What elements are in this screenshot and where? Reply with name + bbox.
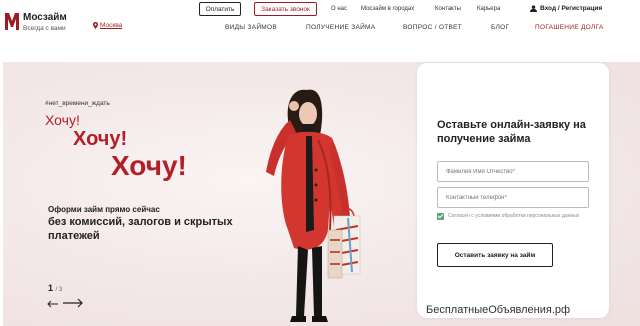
nav-blog[interactable]: БЛОГ <box>491 24 509 31</box>
logo-name[interactable]: Мосзайм <box>23 12 67 23</box>
hero-hashtag: #нет_времени_ждать <box>45 100 110 107</box>
arrow-right-icon[interactable] <box>63 298 83 308</box>
application-form-card: Оставьте онлайн-заявку на получение займ… <box>417 63 609 318</box>
hero-offer-body: без комиссий, залогов и скрытых платежей <box>48 216 233 242</box>
pay-button[interactable]: Оплатить <box>199 2 241 16</box>
toplink-career[interactable]: Карьера <box>477 6 500 12</box>
slide-counter: 1 / 3 <box>48 283 62 293</box>
hero-heading-3: Хочу! <box>111 150 187 181</box>
nav-faq[interactable]: ВОПРОС / ОТВЕТ <box>403 24 462 31</box>
consent-row: Согласен с условиями обработки персональ… <box>437 213 593 220</box>
slide-total: / 3 <box>55 287 63 293</box>
slide-current: 1 <box>48 283 54 293</box>
consent-label: Согласен с условиями обработки персональ… <box>448 213 580 219</box>
location-pin-icon <box>93 22 98 29</box>
login-link[interactable]: Вход / Регистрация <box>530 5 602 12</box>
submit-application-button[interactable]: Оставить заявку на займ <box>437 243 553 267</box>
city-name: Москва <box>100 22 123 29</box>
form-title: Оставьте онлайн-заявку на получение займ… <box>437 119 586 145</box>
nav-get-loan[interactable]: ПОЛУЧЕНИЕ ЗАЙМА <box>306 24 375 31</box>
callback-button[interactable]: Заказать звонок <box>254 2 317 16</box>
login-label: Вход / Регистрация <box>540 5 603 12</box>
toplink-contacts[interactable]: Контакты <box>435 6 461 12</box>
city-selector[interactable]: Москва <box>93 22 122 29</box>
nav-loan-types[interactable]: ВИДЫ ЗАЙМОВ <box>225 24 277 31</box>
hero-offer-lead: Оформи займ прямо сейчас <box>48 205 160 214</box>
hero-woman-image <box>266 89 361 322</box>
name-field[interactable] <box>437 161 589 182</box>
arrow-left-icon[interactable] <box>47 300 59 308</box>
logo-icon[interactable] <box>5 13 19 30</box>
consent-checkbox[interactable] <box>437 213 444 220</box>
user-icon <box>530 5 537 12</box>
toplink-cities[interactable]: Мосзайм в городах <box>361 6 414 12</box>
site-watermark: БесплатныеОбъявления.рф <box>426 304 571 316</box>
hero-heading-2: Хочу! <box>73 128 128 150</box>
toplink-about[interactable]: О нас <box>331 6 347 12</box>
logo-tagline: Всегда с вами <box>23 25 66 32</box>
hero-heading-1: Хочу! <box>45 112 80 128</box>
phone-field[interactable] <box>437 187 589 208</box>
nav-repay[interactable]: ПОГАШЕНИЕ ДОЛГА <box>535 24 604 31</box>
